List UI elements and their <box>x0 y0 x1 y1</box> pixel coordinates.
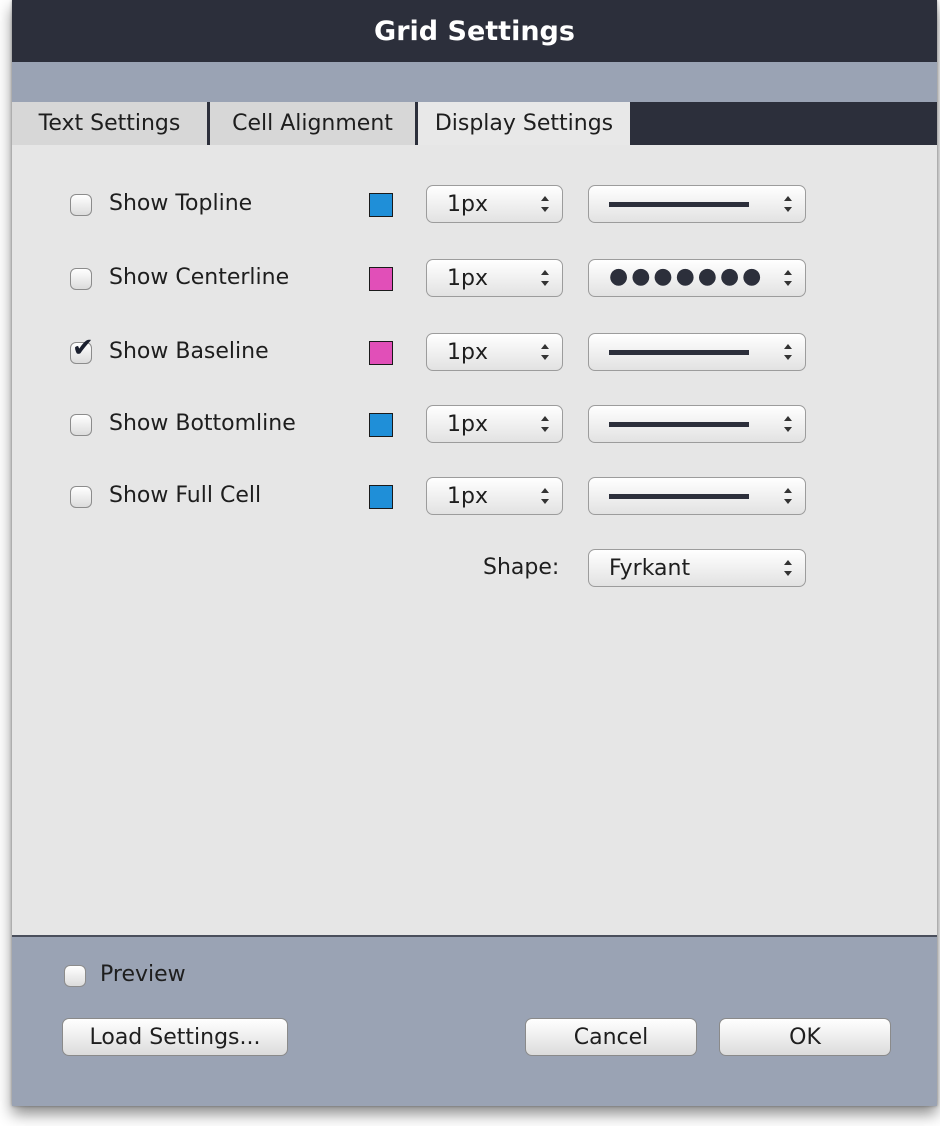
baseline-color-swatch[interactable] <box>369 341 393 365</box>
show-bottomline-label: Show Bottomline <box>109 411 296 436</box>
topline-color-swatch[interactable] <box>369 193 393 217</box>
topline-row: Show Topline 1px <box>12 185 937 229</box>
baseline-style-select[interactable] <box>588 333 806 371</box>
centerline-row: Show Centerline 1px ●●●●●●● <box>12 259 937 303</box>
bottomline-size-select[interactable]: 1px <box>426 405 563 443</box>
updown-arrows-icon <box>784 270 792 286</box>
solid-line-preview <box>609 350 749 355</box>
dotted-line-preview: ●●●●●●● <box>609 264 765 289</box>
topline-style-select[interactable] <box>588 185 806 223</box>
show-full-cell-checkbox[interactable] <box>70 486 92 508</box>
centerline-style-select[interactable]: ●●●●●●● <box>588 259 806 297</box>
checkmark-icon: ✔ <box>72 333 94 363</box>
solid-line-preview <box>609 202 749 207</box>
updown-arrows-icon <box>784 416 792 432</box>
bottomline-style-select[interactable] <box>588 405 806 443</box>
updown-arrows-icon <box>784 196 792 212</box>
tab-bar: Text Settings Cell Alignment Display Set… <box>12 102 937 145</box>
show-bottomline-checkbox[interactable] <box>70 414 92 436</box>
centerline-color-swatch[interactable] <box>369 267 393 291</box>
bottomline-color-swatch[interactable] <box>369 413 393 437</box>
solid-line-preview <box>609 494 749 499</box>
baseline-size-select[interactable]: 1px <box>426 333 563 371</box>
shape-value: Fyrkant <box>609 556 691 581</box>
preview-label: Preview <box>100 962 186 987</box>
updown-arrows-icon <box>541 488 549 504</box>
shape-row: Shape: Fyrkant <box>12 549 937 593</box>
centerline-size-value: 1px <box>447 266 488 291</box>
show-centerline-label: Show Centerline <box>109 265 290 290</box>
show-baseline-checkbox[interactable]: ✔ <box>70 335 94 364</box>
dialog-title: Grid Settings <box>374 15 575 47</box>
cancel-button[interactable]: Cancel <box>525 1018 697 1056</box>
updown-arrows-icon <box>784 488 792 504</box>
load-settings-button[interactable]: Load Settings... <box>62 1018 288 1056</box>
topline-size-value: 1px <box>447 192 488 217</box>
full-cell-style-select[interactable] <box>588 477 806 515</box>
topline-size-select[interactable]: 1px <box>426 185 563 223</box>
show-topline-label: Show Topline <box>109 191 253 216</box>
shape-label: Shape: <box>483 555 560 580</box>
display-settings-panel: Show Topline 1px Show Centerline 1px ●●●… <box>12 145 937 937</box>
updown-arrows-icon <box>784 344 792 360</box>
baseline-row: ✔ Show Baseline 1px <box>12 333 937 377</box>
updown-arrows-icon <box>541 416 549 432</box>
updown-arrows-icon <box>541 270 549 286</box>
centerline-size-select[interactable]: 1px <box>426 259 563 297</box>
show-topline-checkbox[interactable] <box>70 194 92 216</box>
show-baseline-label: Show Baseline <box>109 339 269 364</box>
updown-arrows-icon <box>784 560 792 576</box>
tab-cell-alignment[interactable]: Cell Alignment <box>210 102 418 145</box>
show-full-cell-label: Show Full Cell <box>109 483 262 508</box>
updown-arrows-icon <box>541 344 549 360</box>
toolbar-strip <box>12 62 937 102</box>
bottomline-size-value: 1px <box>447 412 488 437</box>
full-cell-row: Show Full Cell 1px <box>12 477 937 521</box>
show-centerline-checkbox[interactable] <box>70 268 92 290</box>
tab-display-settings[interactable]: Display Settings <box>418 102 630 145</box>
full-cell-size-select[interactable]: 1px <box>426 477 563 515</box>
grid-settings-dialog: Grid Settings Text Settings Cell Alignme… <box>12 0 937 1106</box>
tab-text-settings[interactable]: Text Settings <box>12 102 210 145</box>
full-cell-size-value: 1px <box>447 484 488 509</box>
ok-button[interactable]: OK <box>719 1018 891 1056</box>
shape-select[interactable]: Fyrkant <box>588 549 806 587</box>
preview-checkbox[interactable] <box>64 965 86 987</box>
full-cell-color-swatch[interactable] <box>369 485 393 509</box>
baseline-size-value: 1px <box>447 340 488 365</box>
title-bar: Grid Settings <box>12 0 937 62</box>
updown-arrows-icon <box>541 196 549 212</box>
bottomline-row: Show Bottomline 1px <box>12 405 937 449</box>
solid-line-preview <box>609 422 749 427</box>
